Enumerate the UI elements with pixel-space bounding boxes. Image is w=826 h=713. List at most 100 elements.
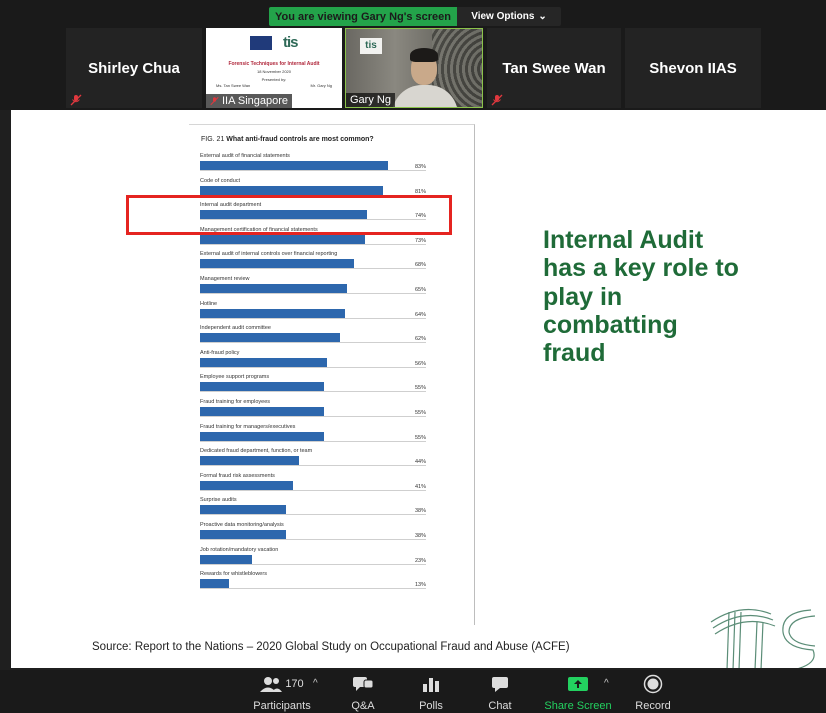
screen-share-banner: You are viewing Gary Ng's screen View Op… (0, 0, 826, 28)
chart-bar (200, 431, 325, 441)
chart-row-rule (200, 243, 426, 245)
tis-watermark-logo (710, 608, 816, 668)
chart-value-label: 81% (414, 188, 426, 195)
qa-icon (353, 677, 374, 691)
participant-name: Shirley Chua (88, 59, 180, 77)
chart-category-label: Anti-fraud policy (200, 349, 240, 356)
chart-row-rule (200, 489, 426, 491)
qa-button[interactable]: Q&A (327, 674, 399, 712)
participant-name-label: IIA Singapore (206, 94, 293, 108)
chart-row-rule (200, 440, 426, 442)
source-citation: Source: Report to the Nations – 2020 Glo… (92, 641, 570, 653)
chart-bar (200, 185, 384, 195)
chart-category-label: External audit of financial statements (200, 153, 290, 159)
chart-bar-row: External audit of internal controls over… (200, 251, 426, 275)
chat-button[interactable]: Chat (464, 674, 536, 712)
chart-row-rule (200, 268, 426, 270)
chart-value-label: 55% (414, 385, 426, 392)
chart-category-label: Management review (200, 276, 250, 282)
chart-bar (200, 554, 252, 564)
viewing-text: You are viewing Gary Ng's screen (274, 10, 452, 23)
chart-row-rule (200, 539, 426, 540)
chart-value-label: 23% (414, 557, 426, 564)
chart-category-label: Hotline (200, 300, 218, 307)
chart-bar-row: Formal fraud risk assessments 41% (200, 473, 426, 497)
participants-caret-icon[interactable]: ^ (313, 678, 318, 689)
chat-icon (492, 677, 508, 692)
chart-category-label: External audit of internal controls over… (200, 251, 338, 258)
chart-bar (200, 382, 325, 392)
chart-row-rule (200, 416, 426, 417)
chart-bar-row: Fraud training for managers/executives 55… (200, 424, 426, 448)
chart-category-label: Independent audit committee (200, 325, 271, 332)
chart-bar-row: External audit of financial statements 83… (200, 153, 426, 177)
chart-bar-row: Fraud training for employees 55% (200, 399, 426, 423)
chart-value-label: 55% (414, 434, 426, 441)
chart-category-label: Employee support programs (200, 374, 270, 381)
callout-line: has a key role to (543, 254, 739, 283)
iia-logo (250, 36, 272, 50)
participant-tile-iia-singapore[interactable]: tis Forensic Techniques for Internal Aud… (206, 28, 342, 108)
chart-value-label: 55% (414, 410, 426, 416)
chart-value-label: 83% (414, 164, 426, 170)
participant-tile-gary-ng[interactable]: tis Gary Ng (345, 28, 483, 108)
callout-line: Internal Audit (543, 226, 704, 254)
participant-count: 170 (285, 678, 304, 690)
participant-name: IIA Singapore (222, 95, 289, 107)
participants-label: Participants (253, 700, 311, 712)
polls-button[interactable]: Polls (395, 674, 467, 712)
qa-label: Q&A (351, 700, 375, 712)
chart-category-label: Proactive data monitoring/analysis (200, 522, 284, 528)
chart-value-label: 64% (414, 311, 426, 318)
chart-bar-row: Rewards for whistleblowers 13% (200, 571, 426, 595)
polls-label: Polls (419, 700, 443, 712)
chart-bar-row: Job rotation/mandatory vacation 23% (200, 547, 426, 571)
chart-value-label: 41% (414, 483, 426, 490)
viewing-indicator: You are viewing Gary Ng's screen (269, 7, 457, 26)
chart-bar (200, 480, 293, 490)
chart-bar (200, 456, 300, 466)
participant-name: Shevon IIAS (649, 59, 737, 77)
participant-name: Gary Ng (350, 94, 391, 106)
participant-tile-shirley-chua[interactable]: Shirley Chua (66, 28, 202, 108)
chart-row-rule (200, 317, 426, 319)
chart-bar (200, 579, 230, 589)
record-icon (643, 674, 663, 694)
chart-row-rule (200, 514, 426, 516)
chart-row-rule (200, 342, 426, 344)
record-button[interactable]: Record (617, 674, 689, 712)
figure-title: FIG. 21 What anti-fraud controls are mos… (201, 136, 374, 143)
chart-bar (200, 259, 354, 269)
chart-value-label: 38% (414, 508, 426, 515)
share-screen-caret-icon[interactable]: ^ (604, 678, 609, 689)
mic-muted-icon (70, 94, 82, 106)
participant-tile-tan-swee-wan[interactable]: Tan Swee Wan (487, 28, 621, 108)
chart-value-label: 38% (414, 533, 426, 539)
callout-line: combatting (543, 310, 678, 339)
chart-bar-row: Independent audit committee 62% (200, 325, 426, 349)
chart-bar-row: Surprise audits 38% (200, 497, 426, 521)
chart-row-rule (200, 563, 426, 565)
tis-logo: tis (283, 34, 298, 51)
chart-category-label: Fraud training for employees (200, 399, 271, 405)
chart-value-label: 13% (414, 582, 426, 589)
chart-value-label: 65% (414, 287, 426, 293)
chart-bar (200, 308, 345, 318)
chart-bar (200, 505, 286, 515)
chart-bar-row: Management review 65% (200, 276, 426, 300)
chart-bar-row: Hotline 64% (200, 301, 426, 325)
figure-heading: What anti-fraud controls are most common… (226, 136, 374, 143)
chart-bar (200, 407, 325, 416)
presentation-slide: FIG. 21 What anti-fraud controls are mos… (11, 110, 826, 668)
polls-icon (423, 678, 439, 692)
chart-category-label: Surprise audits (200, 497, 237, 504)
chart-category-label: Job rotation/mandatory vacation (200, 546, 279, 553)
highlight-rectangle (126, 195, 452, 235)
share-screen-label: Share Screen (544, 700, 612, 712)
view-options-button[interactable]: View Options ⌄ (457, 7, 561, 26)
chart-category-label: Code of conduct (200, 177, 241, 184)
chat-label: Chat (488, 700, 512, 712)
chart-bar (200, 357, 327, 367)
participant-tile-shevon-iias[interactable]: Shevon IIAS (625, 28, 761, 108)
tis-logo: tis (360, 38, 382, 54)
